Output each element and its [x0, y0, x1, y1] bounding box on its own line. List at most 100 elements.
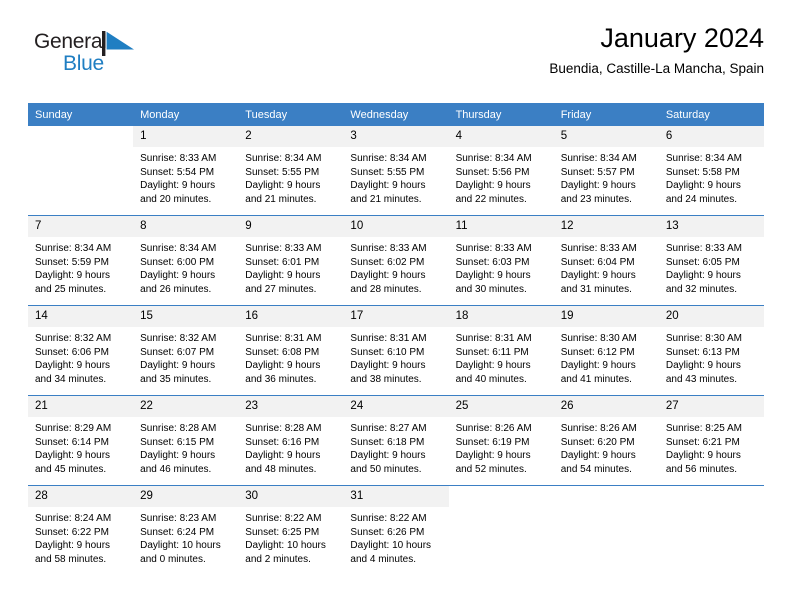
sunrise-time: Sunrise: 8:30 AM [665, 333, 742, 344]
sunset-time: Sunset: 6:07 PM [140, 346, 215, 358]
calendar-day-cell[interactable]: 31 Sunrise: 8:22 AM Sunset: 6:26 PM Dayligh… [343, 485, 449, 575]
daylight-minutes: and 2 minutes. [245, 553, 311, 565]
sunrise-time: Sunrise: 8:22 AM [350, 513, 427, 524]
calendar-day-cell[interactable]: 6 Sunrise: 8:34 AM Sunset: 5:58 PM Daylight… [658, 126, 764, 216]
calendar-day-cell[interactable]: 4 Sunrise: 8:34 AM Sunset: 5:56 PM Daylight… [448, 126, 554, 216]
day-number [553, 486, 659, 507]
sunset-time: Sunset: 6:14 PM [35, 436, 109, 448]
daylight-hours: Daylight: 10 hours [350, 540, 432, 552]
calendar-day-cell[interactable]: 26 Sunrise: 8:26 AM Sunset: 6:20 PM Dayligh… [553, 395, 659, 486]
calendar-day-cell[interactable]: 19 Sunrise: 8:30 AM Sunset: 6:12 PM Dayligh… [553, 305, 659, 396]
calendar-day-cell[interactable]: 14 Sunrise: 8:32 AM Sunset: 6:06 PM Dayligh… [28, 305, 134, 396]
day-details: Sunrise: 8:34 AM Sunset: 5:57 PM Daylight:… [554, 147, 659, 206]
calendar-day-cell[interactable]: 3 Sunrise: 8:34 AM Sunset: 5:55 PM Daylight… [343, 126, 449, 216]
sunset-time: Sunset: 6:24 PM [140, 526, 215, 538]
calendar-day-cell[interactable]: 12 Sunrise: 8:33 AM Sunset: 6:04 PM Dayligh… [553, 215, 659, 306]
daylight-hours: Daylight: 9 hours [455, 360, 531, 372]
calendar-day-cell[interactable]: 28 Sunrise: 8:24 AM Sunset: 6:22 PM Dayligh… [28, 485, 134, 575]
daylight-hours: Daylight: 9 hours [665, 270, 741, 282]
daylight-minutes: and 31 minutes. [560, 283, 632, 295]
day-details [28, 147, 133, 152]
calendar-day-cell[interactable]: 29 Sunrise: 8:23 AM Sunset: 6:24 PM Dayligh… [133, 485, 239, 575]
calendar-day-cell[interactable]: 11 Sunrise: 8:33 AM Sunset: 6:03 PM Dayligh… [448, 215, 554, 306]
day-details: Sunrise: 8:25 AM Sunset: 6:21 PM Daylight:… [659, 417, 764, 476]
day-details: Sunrise: 8:34 AM Sunset: 5:55 PM Daylight:… [238, 147, 343, 206]
sunrise-time: Sunrise: 8:33 AM [350, 243, 427, 254]
daylight-minutes: and 41 minutes. [560, 373, 632, 385]
daylight-minutes: and 43 minutes. [665, 373, 738, 385]
calendar-week-row: 14 Sunrise: 8:32 AM Sunset: 6:06 PM Dayligh… [28, 305, 764, 396]
daylight-hours: Daylight: 9 hours [245, 360, 321, 372]
day-number: 6 [658, 126, 764, 147]
day-number: 1 [133, 126, 239, 147]
daylight-hours: Daylight: 9 hours [455, 180, 531, 192]
calendar-day-cell[interactable]: 16 Sunrise: 8:31 AM Sunset: 6:08 PM Dayligh… [238, 305, 344, 396]
calendar-day-cell[interactable]: 21 Sunrise: 8:29 AM Sunset: 6:14 PM Dayligh… [28, 395, 134, 486]
calendar-day-cell[interactable]: 13 Sunrise: 8:33 AM Sunset: 6:05 PM Dayligh… [658, 215, 764, 306]
generalblue-logo[interactable]: General Blue [34, 30, 154, 86]
daylight-minutes: and 32 minutes. [665, 283, 738, 295]
weekday-header-wednesday: Wednesday [343, 103, 449, 126]
page-subtitle: Buendia, Castille-La Mancha, Spain [549, 61, 764, 76]
day-number: 7 [28, 216, 134, 237]
daylight-minutes: and 21 minutes. [245, 193, 317, 205]
day-details: Sunrise: 8:33 AM Sunset: 6:04 PM Daylight:… [554, 237, 659, 296]
weekday-header-monday: Monday [133, 103, 239, 126]
day-number: 17 [343, 306, 449, 327]
calendar-day-cell[interactable]: 5 Sunrise: 8:34 AM Sunset: 5:57 PM Daylight… [553, 126, 659, 216]
day-number: 13 [658, 216, 764, 237]
daylight-hours: Daylight: 9 hours [245, 450, 321, 462]
calendar-day-cell[interactable]: 27 Sunrise: 8:25 AM Sunset: 6:21 PM Dayligh… [658, 395, 764, 486]
calendar-day-cell-empty [28, 126, 134, 216]
calendar-day-cell[interactable]: 17 Sunrise: 8:31 AM Sunset: 6:10 PM Dayligh… [343, 305, 449, 396]
sunrise-time: Sunrise: 8:31 AM [245, 333, 322, 344]
day-number: 23 [238, 396, 344, 417]
daylight-hours: Daylight: 9 hours [140, 180, 216, 192]
day-details: Sunrise: 8:30 AM Sunset: 6:12 PM Daylight:… [554, 327, 659, 386]
calendar-day-cell[interactable]: 22 Sunrise: 8:28 AM Sunset: 6:15 PM Dayligh… [133, 395, 239, 486]
calendar-header-row: Sunday Monday Tuesday Wednesday Thursday… [28, 103, 764, 126]
calendar-day-cell[interactable]: 9 Sunrise: 8:33 AM Sunset: 6:01 PM Daylight… [238, 215, 344, 306]
day-details [449, 507, 554, 512]
calendar-day-cell[interactable]: 23 Sunrise: 8:28 AM Sunset: 6:16 PM Dayligh… [238, 395, 344, 486]
weekday-header-row: Sunday Monday Tuesday Wednesday Thursday… [28, 103, 764, 126]
calendar-day-cell[interactable]: 30 Sunrise: 8:22 AM Sunset: 6:25 PM Dayligh… [238, 485, 344, 575]
day-details: Sunrise: 8:22 AM Sunset: 6:26 PM Daylight:… [343, 507, 448, 566]
page-header: General Blue January 2024 Buendia, Casti… [28, 22, 764, 94]
daylight-hours: Daylight: 10 hours [245, 540, 326, 552]
day-details: Sunrise: 8:34 AM Sunset: 5:59 PM Daylight:… [28, 237, 133, 296]
calendar-day-cell[interactable]: 7 Sunrise: 8:34 AM Sunset: 5:59 PM Daylight… [28, 215, 134, 306]
day-number: 21 [28, 396, 134, 417]
sunrise-time: Sunrise: 8:26 AM [560, 423, 637, 434]
sunset-time: Sunset: 5:56 PM [455, 166, 530, 178]
calendar-day-cell[interactable]: 1 Sunrise: 8:33 AM Sunset: 5:54 PM Daylight… [133, 126, 239, 216]
daylight-minutes: and 38 minutes. [350, 373, 422, 385]
blue-triangle-flag-icon [102, 31, 134, 56]
daylight-hours: Daylight: 9 hours [350, 270, 426, 282]
calendar-day-cell[interactable]: 25 Sunrise: 8:26 AM Sunset: 6:19 PM Dayligh… [448, 395, 554, 486]
day-number: 10 [343, 216, 449, 237]
calendar-day-cell[interactable]: 8 Sunrise: 8:34 AM Sunset: 6:00 PM Daylight… [133, 215, 239, 306]
calendar-day-cell-empty [553, 485, 659, 575]
day-details: Sunrise: 8:31 AM Sunset: 6:10 PM Daylight:… [343, 327, 448, 386]
calendar-day-cell[interactable]: 24 Sunrise: 8:27 AM Sunset: 6:18 PM Dayligh… [343, 395, 449, 486]
sunrise-time: Sunrise: 8:28 AM [245, 423, 322, 434]
weekday-header-friday: Friday [553, 103, 659, 126]
daylight-minutes: and 30 minutes. [455, 283, 527, 295]
day-number: 25 [448, 396, 554, 417]
calendar-day-cell[interactable]: 20 Sunrise: 8:30 AM Sunset: 6:13 PM Dayligh… [658, 305, 764, 396]
day-details [554, 507, 659, 512]
calendar-day-cell[interactable]: 2 Sunrise: 8:34 AM Sunset: 5:55 PM Daylight… [238, 126, 344, 216]
calendar-day-cell[interactable]: 10 Sunrise: 8:33 AM Sunset: 6:02 PM Dayligh… [343, 215, 449, 306]
sunrise-time: Sunrise: 8:25 AM [665, 423, 742, 434]
day-number: 30 [238, 486, 344, 507]
sunrise-time: Sunrise: 8:34 AM [35, 243, 112, 254]
calendar-day-cell[interactable]: 15 Sunrise: 8:32 AM Sunset: 6:07 PM Dayligh… [133, 305, 239, 396]
sunset-time: Sunset: 6:03 PM [455, 256, 530, 268]
sunset-time: Sunset: 6:22 PM [35, 526, 109, 538]
day-number [658, 486, 764, 507]
daylight-minutes: and 54 minutes. [560, 463, 632, 475]
daylight-hours: Daylight: 9 hours [35, 450, 111, 462]
calendar-day-cell[interactable]: 18 Sunrise: 8:31 AM Sunset: 6:11 PM Dayligh… [448, 305, 554, 396]
daylight-minutes: and 22 minutes. [455, 193, 527, 205]
